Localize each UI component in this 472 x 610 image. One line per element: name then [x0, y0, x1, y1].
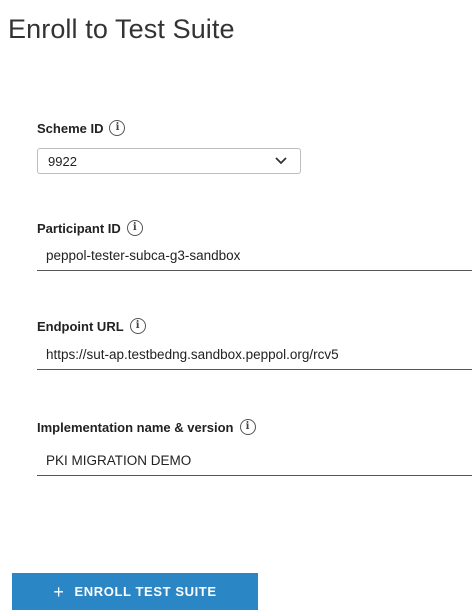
participant-id-info-icon[interactable]: i [126, 220, 143, 236]
implementation-label: Implementation name & version i [37, 419, 256, 435]
plus-icon: + [53, 581, 65, 602]
chevron-down-icon [275, 157, 287, 165]
scheme-id-label-text: Scheme ID [37, 120, 104, 136]
implementation-input[interactable]: PKI MIGRATION DEMO [37, 446, 472, 476]
scheme-id-select[interactable]: 9922 [37, 148, 301, 174]
endpoint-url-input[interactable]: https://sut-ap.testbedng.sandbox.peppol.… [37, 340, 472, 370]
scheme-id-label: Scheme ID i [37, 120, 126, 136]
enroll-page: Enroll to Test Suite Scheme ID i 9922 Pa… [0, 0, 472, 610]
enroll-button-label: ENROLL TEST SUITE [74, 584, 217, 599]
participant-id-input[interactable]: peppol-tester-subca-g3-sandbox [37, 241, 472, 271]
participant-id-value: peppol-tester-subca-g3-sandbox [46, 248, 241, 263]
endpoint-url-label-text: Endpoint URL [37, 318, 124, 334]
participant-id-label-text: Participant ID [37, 220, 121, 236]
implementation-label-text: Implementation name & version [37, 419, 234, 435]
scheme-id-info-icon[interactable]: i [109, 120, 126, 136]
scheme-id-value: 9922 [48, 153, 77, 169]
implementation-info-icon[interactable]: i [239, 419, 256, 435]
endpoint-url-info-icon[interactable]: i [129, 318, 146, 334]
endpoint-url-value: https://sut-ap.testbedng.sandbox.peppol.… [46, 347, 339, 362]
participant-id-label: Participant ID i [37, 220, 143, 236]
implementation-value: PKI MIGRATION DEMO [46, 453, 192, 468]
enroll-test-suite-button[interactable]: + ENROLL TEST SUITE [12, 573, 258, 610]
endpoint-url-label: Endpoint URL i [37, 318, 146, 334]
page-title: Enroll to Test Suite [8, 14, 235, 44]
